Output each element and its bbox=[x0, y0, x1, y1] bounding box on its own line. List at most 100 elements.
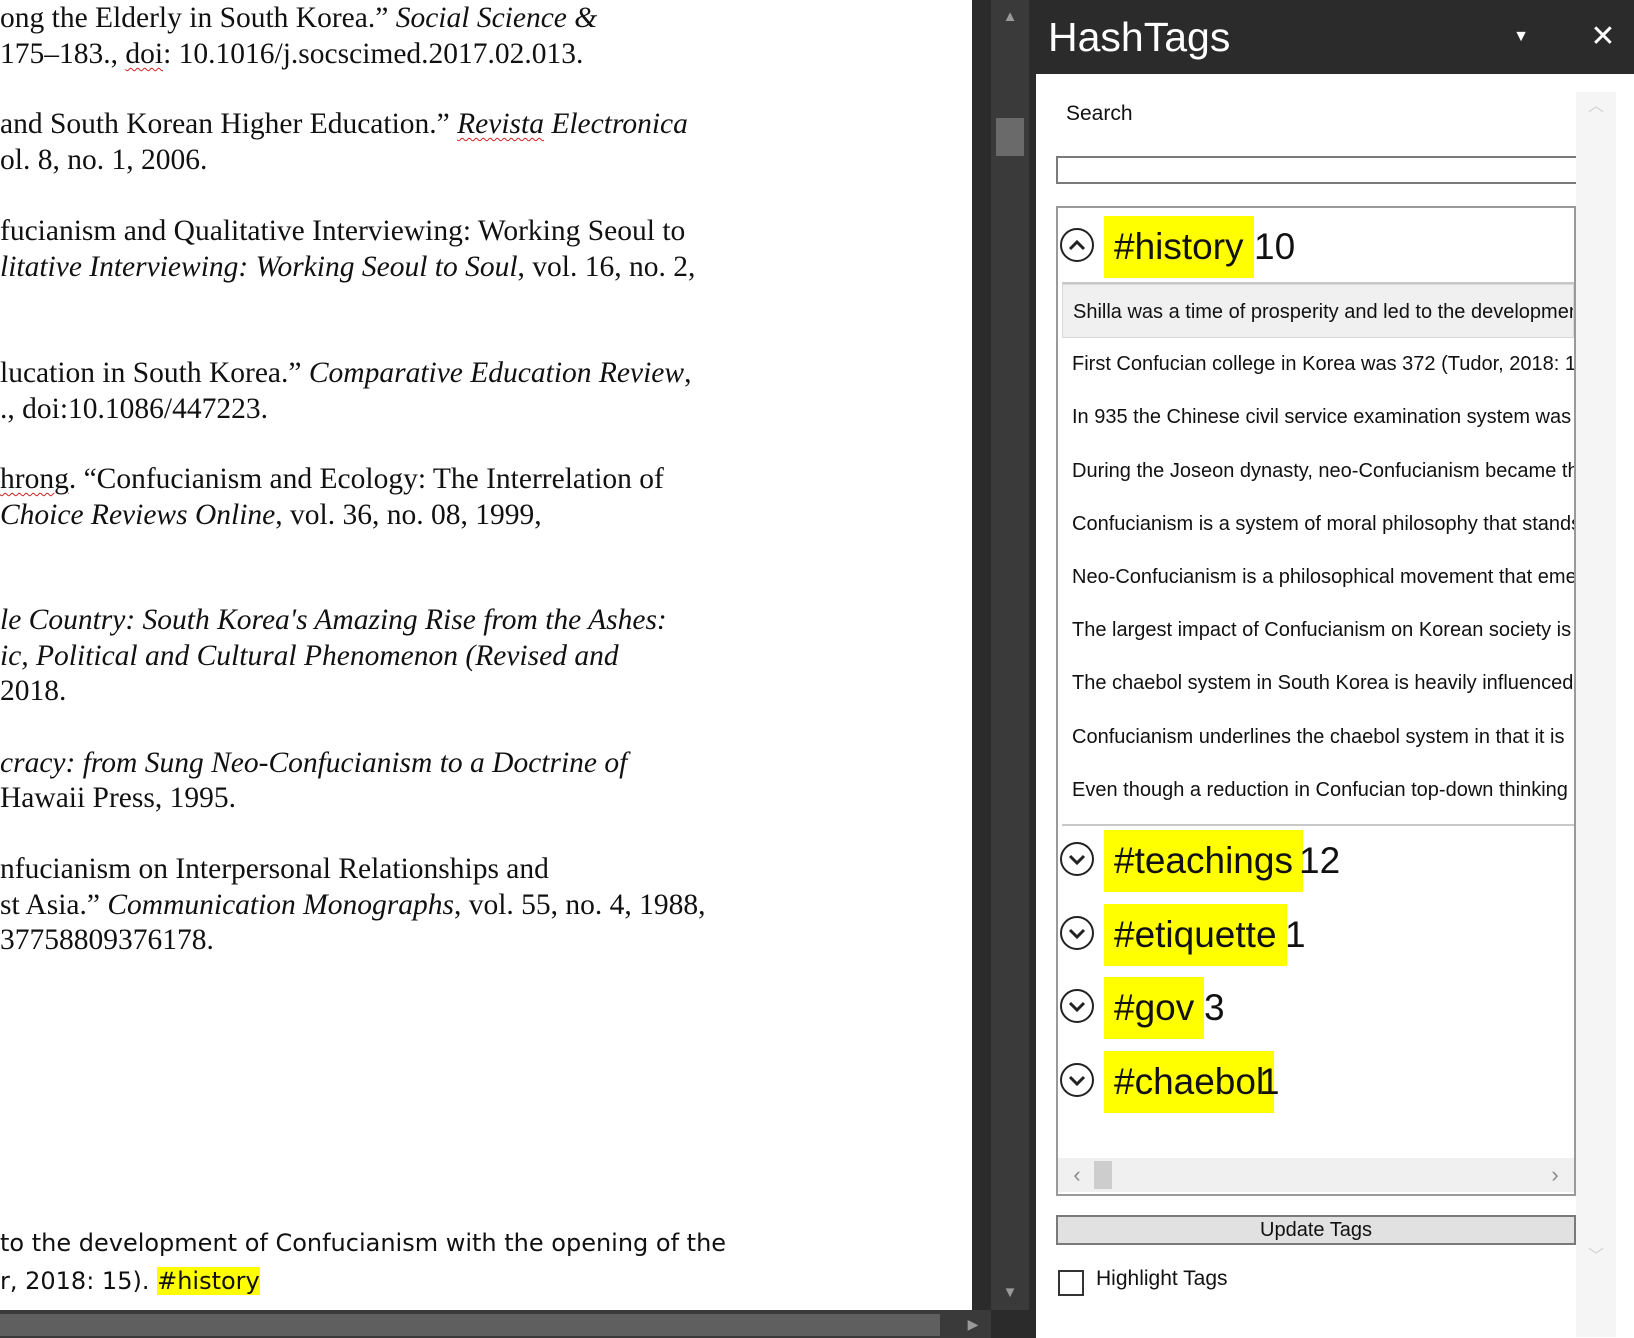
pane-header: HashTags ▼ ✕ bbox=[1036, 0, 1634, 74]
reference-text: , vol. 55, no. 4, 1988, bbox=[453, 889, 706, 921]
reference-text: Comparative Education Review bbox=[308, 357, 685, 389]
reference-line: hrong. “Confucianism and Ecology: The In… bbox=[0, 461, 664, 498]
chevron-down-icon[interactable] bbox=[1060, 916, 1094, 950]
scroll-left-icon[interactable]: ‹ bbox=[1060, 1158, 1094, 1192]
tag-entry-item[interactable]: The largest impact of Confucianism on Ko… bbox=[1062, 603, 1574, 657]
tag-name: #chaebol bbox=[1104, 1051, 1275, 1113]
hashtags-pane: Search #history 10 Shilla was a time of … bbox=[1036, 74, 1634, 1338]
reference-line: litative Interviewing: Working Seoul to … bbox=[0, 249, 695, 286]
tag-header-gov[interactable]: #gov 3 bbox=[1058, 977, 1574, 1039]
highlight-tags-checkbox[interactable] bbox=[1058, 1270, 1084, 1296]
tag-name: #gov bbox=[1104, 977, 1205, 1039]
reference-text: 2018. bbox=[0, 675, 67, 707]
tag-entry-item[interactable]: Shilla was a time of prosperity and led … bbox=[1062, 284, 1574, 338]
tag-list[interactable]: #history 10 Shilla was a time of prosper… bbox=[1056, 206, 1576, 1196]
chevron-down-icon[interactable] bbox=[1060, 1063, 1094, 1097]
scroll-right-icon[interactable]: ▶ bbox=[955, 1310, 991, 1338]
reference-text: fucianism and Qualitative Interviewing: … bbox=[0, 215, 686, 247]
chevron-down-icon[interactable] bbox=[1060, 989, 1094, 1023]
reference-text: hrong bbox=[0, 463, 69, 495]
tag-list-horizontal-scrollbar[interactable]: ‹ › bbox=[1058, 1158, 1574, 1192]
tag-count: 3 bbox=[1204, 987, 1225, 1028]
reference-line: Hawaii Press, 1995. bbox=[0, 780, 236, 817]
search-input[interactable] bbox=[1056, 156, 1578, 184]
tag-header-chaebol[interactable]: #chaebol 1 bbox=[1058, 1051, 1574, 1113]
document-page[interactable]: ong the Elderly in South Korea.” Social … bbox=[0, 0, 972, 1310]
tag-entry-item[interactable]: During the Joseon dynasty, neo-Confucian… bbox=[1062, 444, 1574, 498]
note-text: r, 2018: 15). bbox=[0, 1267, 158, 1295]
scrollbar-thumb[interactable] bbox=[0, 1314, 940, 1336]
reference-line: 2018. bbox=[0, 673, 66, 710]
reference-text: ong the Elderly in South Korea.” bbox=[0, 2, 396, 34]
reference-text: , bbox=[684, 357, 692, 389]
scrollbar-thumb[interactable] bbox=[996, 118, 1024, 156]
reference-text: ic, Political and Cultural Phenomenon (R… bbox=[0, 640, 619, 672]
reference-text: and South Korean Higher Education.” bbox=[0, 108, 458, 140]
reference-text: Revista bbox=[457, 108, 544, 140]
chevron-down-icon[interactable] bbox=[1060, 842, 1094, 876]
reference-line: Choice Reviews Online, vol. 36, no. 08, … bbox=[0, 497, 542, 534]
reference-text: . “Confucianism and Ecology: The Interre… bbox=[68, 463, 664, 495]
reference-line: lucation in South Korea.” Comparative Ed… bbox=[0, 355, 691, 392]
note-hashtag: #history bbox=[157, 1267, 260, 1295]
scroll-up-icon[interactable]: ︿ bbox=[1576, 92, 1616, 122]
tag-count: 12 bbox=[1299, 840, 1341, 881]
tag-count: 1 bbox=[1259, 1061, 1280, 1102]
reference-line: 175–183., doi: 10.1016/j.socscimed.2017.… bbox=[0, 36, 583, 73]
reference-line: fucianism and Qualitative Interviewing: … bbox=[0, 213, 685, 250]
document-horizontal-scrollbar[interactable]: ▶ bbox=[0, 1310, 991, 1338]
close-icon[interactable]: ✕ bbox=[1586, 20, 1620, 54]
tag-count: 10 bbox=[1254, 226, 1296, 267]
tag-header-teachings[interactable]: #teachings 12 bbox=[1058, 830, 1574, 892]
tag-entry-item[interactable]: Confucianism is a system of moral philos… bbox=[1062, 497, 1574, 551]
document-vertical-scrollbar[interactable]: ▲ ▼ bbox=[991, 0, 1029, 1310]
reference-line: and South Korean Higher Education.” Revi… bbox=[0, 106, 688, 143]
reference-line: 37758809376178. bbox=[0, 922, 214, 959]
reference-text: nfucianism on Interpersonal Relationship… bbox=[0, 853, 549, 885]
scrollbar-thumb[interactable] bbox=[1094, 1161, 1112, 1189]
tag-entry-item[interactable]: First Confucian college in Korea was 372… bbox=[1062, 337, 1574, 391]
reference-text: : 10.1016/j.socscimed.2017.02.013. bbox=[163, 38, 584, 70]
history-items-list[interactable]: Shilla was a time of prosperity and led … bbox=[1062, 282, 1574, 826]
scroll-up-icon[interactable]: ▲ bbox=[991, 0, 1029, 34]
update-tags-button[interactable]: Update Tags bbox=[1056, 1215, 1576, 1245]
reference-line: st Asia.” Communication Monographs, vol.… bbox=[0, 887, 706, 924]
pane-title: HashTags bbox=[1048, 14, 1231, 60]
reference-line: ol. 8, no. 1, 2006. bbox=[0, 142, 207, 179]
reference-text: , vol. 36, no. 08, 1999, bbox=[275, 499, 542, 531]
chevron-up-icon[interactable] bbox=[1060, 228, 1094, 262]
tag-entry-item[interactable]: Even though a reduction in Confucian top… bbox=[1062, 763, 1574, 817]
tag-header-history[interactable]: #history 10 bbox=[1058, 216, 1574, 278]
reference-text: cracy: from Sung Neo-Confucianism to a D… bbox=[0, 747, 628, 779]
reference-text: 37758809376178. bbox=[0, 924, 214, 956]
reference-text: ol. 8, no. 1, 2006. bbox=[0, 144, 208, 176]
reference-text: , vol. 16, no. 2, bbox=[517, 251, 696, 283]
scroll-right-icon[interactable]: › bbox=[1538, 1158, 1572, 1192]
search-label: Search bbox=[1066, 102, 1133, 125]
reference-text: Electronica bbox=[543, 108, 688, 140]
scroll-down-icon[interactable]: ﹀ bbox=[1576, 1242, 1616, 1272]
tag-entry-item[interactable]: Confucianism underlines the chaebol syst… bbox=[1062, 710, 1574, 764]
reference-line: cracy: from Sung Neo-Confucianism to a D… bbox=[0, 745, 627, 782]
pane-options-chevron-down-icon[interactable]: ▼ bbox=[1506, 22, 1536, 52]
reference-text: Social Science & bbox=[395, 2, 598, 34]
tag-entry-item[interactable]: Neo-Confucianism is a philosophical move… bbox=[1062, 550, 1574, 604]
scroll-down-icon[interactable]: ▼ bbox=[991, 1276, 1029, 1310]
reference-text: Hawaii Press, 1995. bbox=[0, 782, 236, 814]
reference-text: Communication Monographs bbox=[107, 889, 454, 921]
reference-line: ic, Political and Cultural Phenomenon (R… bbox=[0, 638, 619, 675]
tag-name: #teachings bbox=[1104, 830, 1303, 892]
reference-text: lucation in South Korea.” bbox=[0, 357, 309, 389]
pane-vertical-scrollbar[interactable]: ︿ ﹀ bbox=[1576, 92, 1616, 1337]
note-line-2: r, 2018: 15). #history bbox=[0, 1262, 260, 1300]
reference-line: nfucianism on Interpersonal Relationship… bbox=[0, 851, 549, 888]
reference-text: st Asia.” bbox=[0, 889, 108, 921]
reference-text: le Country: South Korea's Amazing Rise f… bbox=[0, 604, 667, 636]
reference-line: ong the Elderly in South Korea.” Social … bbox=[0, 0, 597, 37]
tag-entry-item[interactable]: In 935 the Chinese civil service examina… bbox=[1062, 390, 1574, 444]
reference-text: Choice Reviews Online bbox=[0, 499, 276, 531]
tag-entry-item[interactable]: The chaebol system in South Korea is hea… bbox=[1062, 656, 1574, 710]
reference-text: ., doi:10.1086/447223. bbox=[0, 393, 268, 425]
tag-header-etiquette[interactable]: #etiquette 1 bbox=[1058, 904, 1574, 966]
reference-text: 175–183., bbox=[0, 38, 126, 70]
